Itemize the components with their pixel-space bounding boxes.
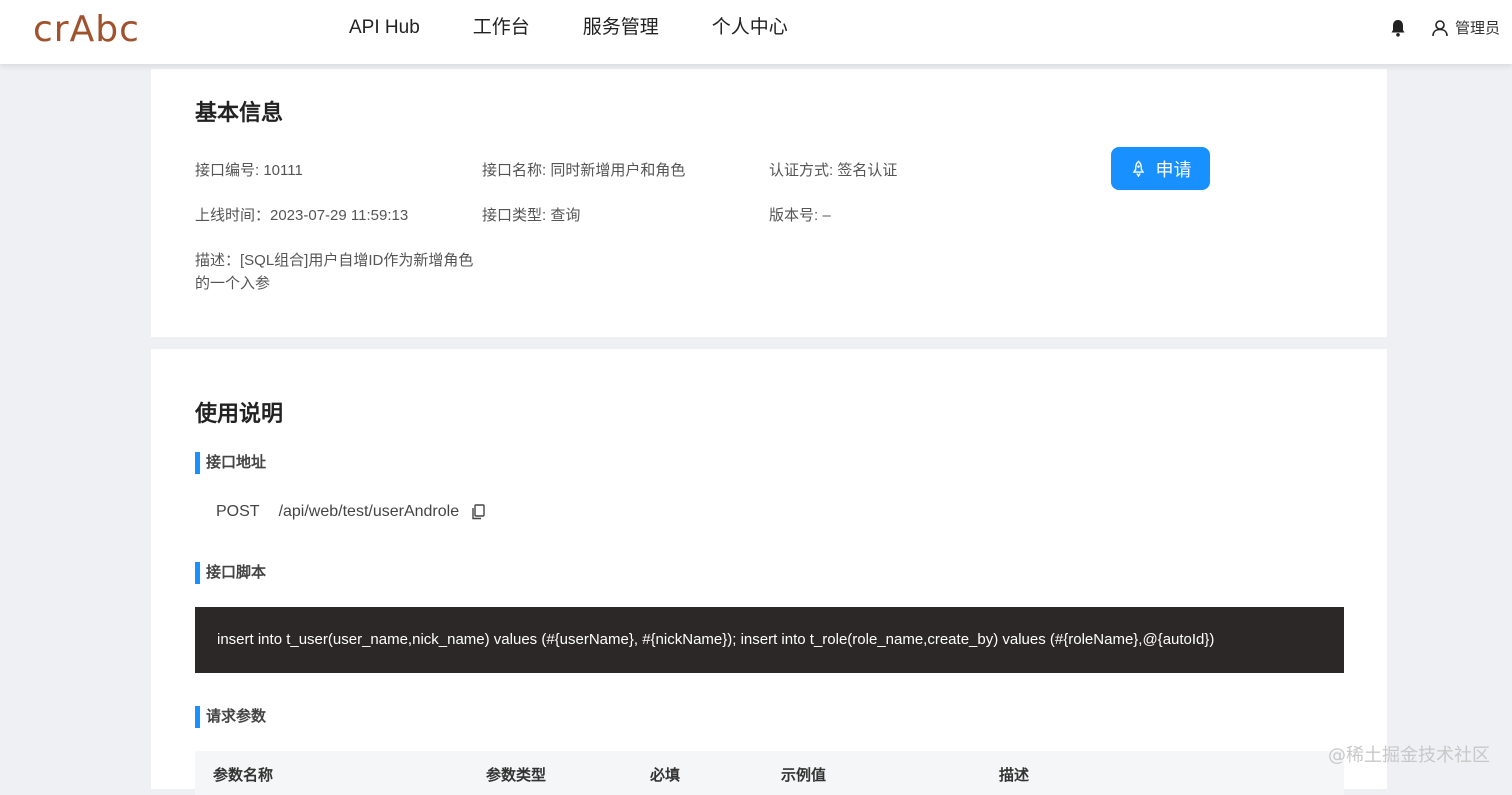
endpoint-path: /api/web/test/userAndrole xyxy=(278,503,460,520)
params-table-header: 参数名称 参数类型 必填 示例值 描述 xyxy=(195,751,1344,795)
script-code-block: insert into t_user(user_name,nick_name) … xyxy=(195,607,1344,673)
usage-card: 使用说明 接口地址 POST /api/web/test/userAndrole… xyxy=(151,349,1387,795)
usage-title: 使用说明 xyxy=(195,401,284,426)
user-name: 管理员 xyxy=(1455,20,1501,37)
description-line-1: 描述：[SQL组合]用户自增ID作为新增角色 xyxy=(195,252,474,269)
api-id: 接口编号: 10111 xyxy=(195,162,303,179)
basic-info-title: 基本信息 xyxy=(195,100,284,125)
watermark: @稀土掘金技术社区 xyxy=(1328,745,1490,766)
user-menu[interactable]: 管理员 xyxy=(1431,17,1500,38)
nav-item-personal-center[interactable]: 个人中心 xyxy=(712,0,788,56)
column-required: 必填 xyxy=(650,767,681,784)
api-type: 接口类型: 查询 xyxy=(482,207,581,224)
column-param-name: 参数名称 xyxy=(213,767,274,784)
request-params-title: 请求参数 xyxy=(195,706,266,728)
top-navbar: crAbc API Hub 工作台 服务管理 个人中心 管理员 xyxy=(0,0,1512,64)
user-icon xyxy=(1432,19,1448,36)
version: 版本号: – xyxy=(769,207,831,224)
apply-button-label: 申请 xyxy=(1155,159,1192,180)
apply-button[interactable]: 申请 xyxy=(1111,147,1210,190)
endpoint: POST /api/web/test/userAndrole xyxy=(216,503,485,521)
app-logo[interactable]: crAbc xyxy=(33,8,140,52)
column-example: 示例值 xyxy=(781,767,827,784)
main-nav: API Hub 工作台 服务管理 个人中心 xyxy=(349,0,841,56)
endpoint-section-title: 接口地址 xyxy=(195,452,266,474)
nav-item-api-hub[interactable]: API Hub xyxy=(349,0,420,56)
column-description: 描述 xyxy=(999,767,1030,784)
column-param-type: 参数类型 xyxy=(486,767,547,784)
api-name: 接口名称: 同时新增用户和角色 xyxy=(482,162,686,179)
description-line-2: 的一个入参 xyxy=(195,275,271,292)
bell-icon[interactable] xyxy=(1388,18,1408,38)
online-time: 上线时间：2023-07-29 11:59:13 xyxy=(195,207,409,224)
basic-info-card: 基本信息 接口编号: 10111 接口名称: 同时新增用户和角色 认证方式: 签… xyxy=(151,69,1387,337)
nav-item-workbench[interactable]: 工作台 xyxy=(473,0,530,56)
nav-item-service-management[interactable]: 服务管理 xyxy=(583,0,659,56)
rocket-icon xyxy=(1132,160,1144,177)
http-method: POST xyxy=(216,503,260,520)
copy-icon[interactable] xyxy=(471,504,485,520)
description: 描述：[SQL组合]用户自增ID作为新增角色 的一个入参 xyxy=(195,249,473,295)
auth-method: 认证方式: 签名认证 xyxy=(769,162,898,179)
script-section-title: 接口脚本 xyxy=(195,562,266,584)
